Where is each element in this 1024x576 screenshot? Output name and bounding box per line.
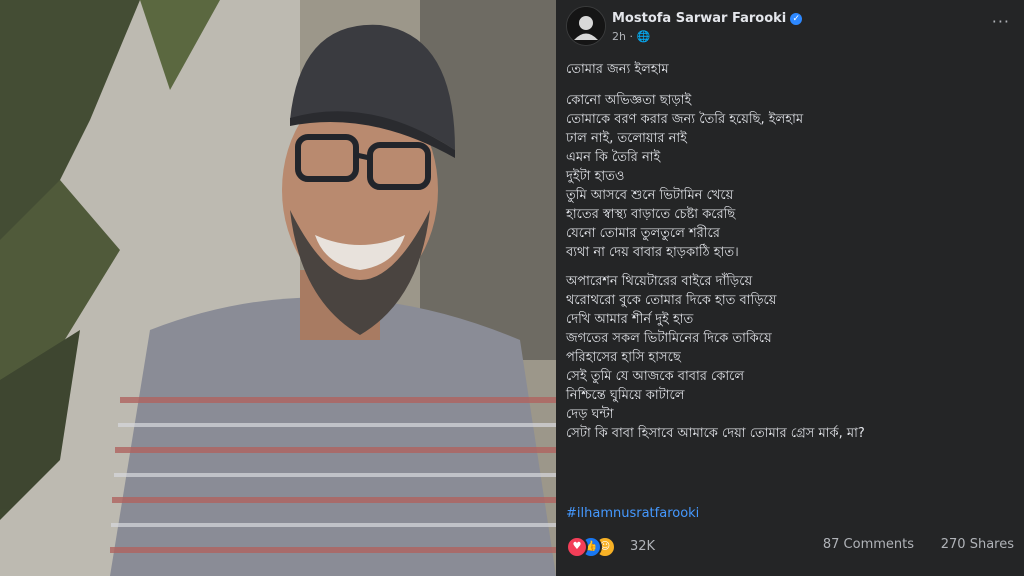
avatar[interactable] bbox=[566, 6, 606, 46]
post-time[interactable]: 2h bbox=[612, 30, 626, 43]
post-meta: 2h · 🌐 bbox=[612, 30, 651, 43]
stanza-2: অপারেশন থিয়েটারের বাইরে দাঁড়িয়ে থরোথর… bbox=[566, 272, 1014, 443]
poem-line: যেনো তোমার তুলতুলে শরীরে bbox=[566, 226, 720, 241]
shares-count[interactable]: 270 Shares bbox=[941, 537, 1014, 552]
more-options-icon[interactable]: ··· bbox=[992, 12, 1010, 31]
globe-icon: 🌐 bbox=[636, 30, 651, 43]
post-panel: Mostofa Sarwar Farooki ✓ 2h · 🌐 ··· তোমার… bbox=[556, 0, 1024, 576]
poem-line: জগতের সকল ভিটামিনের দিকে তাকিয়ে bbox=[566, 331, 772, 346]
poem-line: সেটা কি বাবা হিসাবে আমাকে দেয়া তোমার গ্… bbox=[566, 426, 865, 441]
poem-line: ব্যথা না দেয় বাবার হাড়কাঠি হাত। bbox=[566, 245, 739, 260]
verified-check-icon: ✓ bbox=[790, 13, 803, 25]
love-icon: ♥ bbox=[566, 536, 588, 558]
poem-line: থরোথরো বুকে তোমার দিকে হাত বাড়িয়ে bbox=[566, 293, 777, 308]
poem-line: দেখি আমার শীর্ন দুই হাত bbox=[566, 312, 694, 327]
poem-line: কোনো অভিজ্ঞতা ছাড়াই bbox=[566, 93, 692, 108]
poem-title: তোমার জন্য ইলহাম bbox=[566, 62, 669, 77]
hashtag-link[interactable]: #ilhamnusratfarooki bbox=[566, 506, 699, 521]
poem-line: পরিহাসের হাসি হাসছে bbox=[566, 350, 681, 365]
poem-line: হাতের স্বাস্থ্য বাড়াতে চেষ্টা করেছি bbox=[566, 207, 736, 222]
portrait-image bbox=[0, 0, 556, 576]
author-name[interactable]: Mostofa Sarwar Farooki ✓ bbox=[612, 11, 803, 26]
author-name-text[interactable]: Mostofa Sarwar Farooki bbox=[612, 11, 786, 26]
comments-count[interactable]: 87 Comments bbox=[823, 537, 914, 552]
stanza-1: কোনো অভিজ্ঞতা ছাড়াই তোমাকে বরণ করার জন্… bbox=[566, 91, 1014, 262]
poem-line: দেড় ঘন্টা bbox=[566, 407, 614, 422]
post-photo[interactable] bbox=[0, 0, 556, 576]
poem-line: তুমি আসবে শুনে ভিটামিন খেয়ে bbox=[566, 188, 734, 203]
post-header: Mostofa Sarwar Farooki ✓ 2h · 🌐 ··· bbox=[566, 6, 1014, 46]
poem-line: অপারেশন থিয়েটারের বাইরে দাঁড়িয়ে bbox=[566, 274, 753, 289]
poem-line: ঢাল নাই, তলোয়ার নাই bbox=[566, 131, 687, 146]
poem-line: এমন কি তৈরি নাই bbox=[566, 150, 661, 165]
post-footer: ♥ 👍 ☺ 32K 87 Comments 270 Shares bbox=[566, 534, 1014, 560]
poem-line: নিশ্চিন্তে ঘুমিয়ে কাটালে bbox=[566, 388, 685, 403]
poem-line: দুইটা হাতও bbox=[566, 169, 625, 184]
poem-line: সেই তুমি যে আজকে বাবার কোলে bbox=[566, 369, 745, 384]
poem-line: তোমাকে বরণ করার জন্য তৈরি হয়েছি, ইলহাম bbox=[566, 112, 804, 127]
reaction-count[interactable]: 32K bbox=[630, 539, 655, 554]
post-body: তোমার জন্য ইলহাম কোনো অভিজ্ঞতা ছাড়াই তো… bbox=[566, 60, 1014, 453]
